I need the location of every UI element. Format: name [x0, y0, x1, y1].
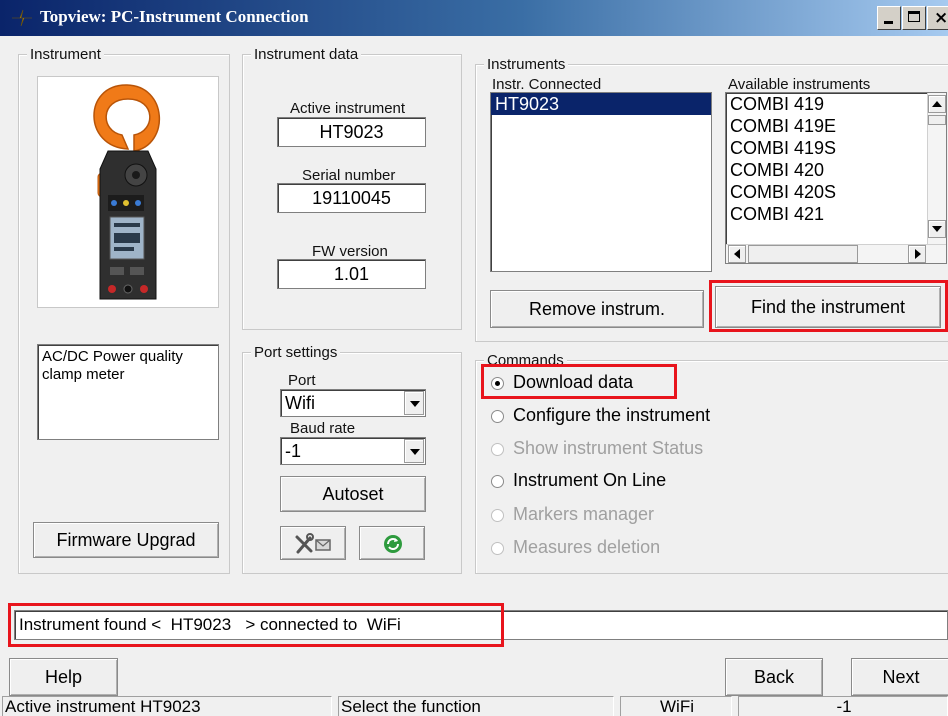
refresh-icon [384, 535, 402, 553]
radio-selected-icon[interactable] [491, 377, 504, 390]
connection-window: Topview: PC-Instrument Connection × Inst… [0, 0, 948, 716]
radio-icon[interactable] [491, 410, 504, 423]
instrument-image [37, 76, 219, 308]
chevron-down-icon[interactable] [404, 391, 424, 415]
close-icon: × [934, 8, 948, 28]
chevron-down-icon[interactable] [404, 439, 424, 463]
instruments-group-label: Instruments [484, 56, 569, 73]
port-label: Port [288, 372, 316, 389]
command-label: Configure the instrument [513, 405, 711, 425]
port-settings-group-label: Port settings [251, 344, 341, 361]
status-active-instrument: Active instrument HT9023 [2, 696, 332, 716]
available-item[interactable]: COMBI 419 [726, 93, 946, 115]
instrument-data-group-label: Instrument data [251, 46, 362, 63]
title-bar[interactable]: Topview: PC-Instrument Connection × [0, 0, 948, 36]
available-instruments-list[interactable]: COMBI 419 COMBI 419E COMBI 419S COMBI 42… [725, 92, 947, 264]
command-label: Download data [513, 372, 634, 392]
commands-radio-group: Download data Configure the instrument S… [477, 370, 947, 570]
status-connection: WiFi [620, 696, 732, 716]
command-label: Instrument On Line [513, 470, 667, 490]
instrument-group-label: Instrument [27, 46, 104, 63]
clamp-meter-image [93, 84, 160, 300]
connected-item[interactable]: HT9023 [491, 93, 711, 115]
maximize-icon [908, 11, 920, 22]
status-value: -1 [738, 696, 948, 716]
radio-icon [491, 542, 504, 555]
baud-rate-label: Baud rate [290, 420, 356, 437]
scrollbar-thumb[interactable] [928, 115, 946, 125]
command-label: Show instrument Status [513, 438, 704, 458]
scroll-down-button[interactable] [928, 220, 946, 238]
fw-version-field: 1.01 [277, 259, 426, 289]
active-instrument-field: HT9023 [277, 117, 426, 147]
scroll-right-button[interactable] [908, 245, 926, 263]
available-item[interactable]: COMBI 419E [726, 115, 946, 137]
command-label: Measures deletion [513, 537, 661, 557]
help-button[interactable]: Help [9, 658, 118, 696]
radio-icon[interactable] [491, 475, 504, 488]
available-item[interactable]: COMBI 420S [726, 181, 946, 203]
window-title: Topview: PC-Instrument Connection [40, 7, 309, 26]
tools-icon [295, 533, 331, 554]
minimize-icon [884, 21, 893, 24]
available-list-label: Available instruments [728, 76, 871, 93]
serial-number-field: 19110045 [277, 183, 426, 213]
autoset-button[interactable]: Autoset [280, 476, 426, 512]
find-instrument-button[interactable]: Find the instrument [715, 286, 941, 328]
back-button[interactable]: Back [725, 658, 823, 696]
commands-group-label: Commands [484, 352, 567, 369]
tools-button[interactable] [280, 526, 346, 560]
maximize-button[interactable] [902, 6, 926, 30]
minimize-button[interactable] [877, 6, 901, 30]
baud-rate-select-value: -1 [285, 441, 302, 461]
connected-list-label: Instr. Connected [492, 76, 602, 93]
close-button[interactable]: × [927, 6, 948, 30]
active-instrument-label: Active instrument [290, 100, 406, 117]
status-function: Select the function [338, 696, 614, 716]
available-item[interactable]: COMBI 419S [726, 137, 946, 159]
radio-icon [491, 443, 504, 456]
radio-icon [491, 509, 504, 522]
app-icon [12, 9, 32, 27]
remove-instrument-button[interactable]: Remove instrum. [490, 290, 704, 328]
fw-version-label: FW version [312, 243, 388, 260]
port-select[interactable]: Wifi [280, 389, 426, 417]
available-item[interactable]: COMBI 421 [726, 203, 946, 225]
serial-number-label: Serial number [302, 167, 396, 184]
available-item[interactable]: COMBI 420 [726, 159, 946, 181]
baud-rate-select[interactable]: -1 [280, 437, 426, 465]
firmware-upgrade-button[interactable]: Firmware Upgrad [33, 522, 219, 558]
connected-instruments-list[interactable]: HT9023 [490, 92, 712, 272]
command-label: Markers manager [513, 504, 655, 524]
message-field: Instrument found < HT9023 > connected to… [14, 610, 948, 640]
refresh-button[interactable] [359, 526, 425, 560]
scroll-up-button[interactable] [928, 95, 946, 113]
scroll-left-button[interactable] [728, 245, 746, 263]
next-button[interactable]: Next [851, 658, 948, 696]
hscroll-thumb[interactable] [748, 245, 858, 263]
port-select-value: Wifi [285, 393, 315, 413]
instrument-description: AC/DC Power quality clamp meter [37, 344, 219, 440]
